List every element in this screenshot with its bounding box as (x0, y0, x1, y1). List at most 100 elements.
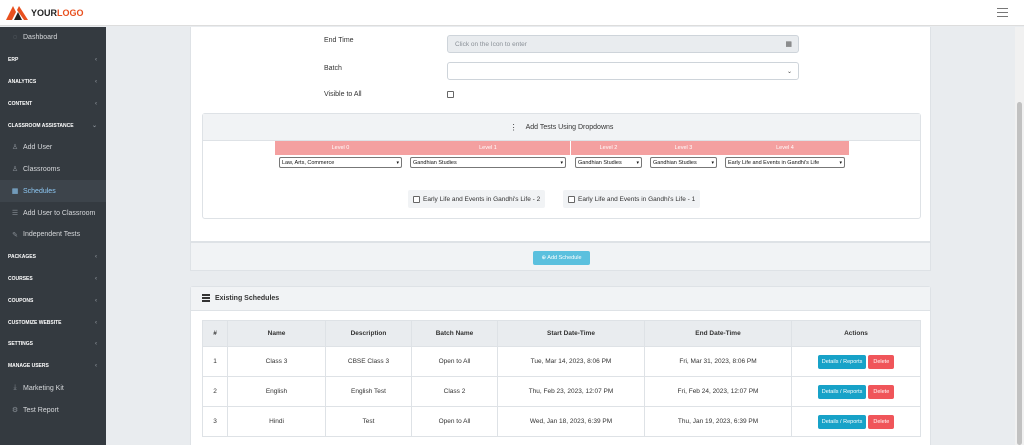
sidebar-item-classrooms[interactable]: ♙ Classrooms (0, 158, 106, 180)
list-icon: ☰ (11, 210, 19, 218)
test-option-label: Early Life and Events in Gandhi's Life -… (578, 195, 696, 203)
sidebar-item-erp[interactable]: ERP ‹ (0, 49, 106, 71)
top-bar: YOURLOGO (0, 0, 1024, 26)
delete-button[interactable]: Delete (868, 414, 895, 429)
level-0-value: Law, Arts, Commerce (282, 159, 335, 166)
sidebar-item-label: CONTENT (8, 100, 33, 107)
users-icon: ♙ (11, 166, 19, 174)
cell-batch: Open to All (411, 406, 498, 437)
list-icon (202, 294, 210, 303)
user-icon: ♙ (11, 144, 19, 152)
sidebar-item-analytics[interactable]: ANALYTICS ‹ (0, 71, 106, 93)
visible-to-all-label: Visible to All (324, 91, 362, 98)
level-4-select[interactable]: Early Life and Events in Gandhi's Life ▾ (725, 157, 845, 168)
chevron-left-icon: ‹ (95, 319, 97, 326)
table-row: 1 Class 3 CBSE Class 3 Open to All Tue, … (202, 346, 921, 377)
col-header-batch: Batch Name (411, 320, 498, 347)
add-tests-header: ⋮ Add Tests Using Dropdowns (203, 114, 920, 141)
level-0-label: Level 0 (275, 141, 406, 155)
details-reports-button[interactable]: Details / Reports (817, 354, 867, 369)
test-option-chip[interactable]: Early Life and Events in Gandhi's Life -… (408, 190, 546, 208)
hamburger-menu-icon[interactable] (997, 8, 1008, 17)
sidebar-item-coupons[interactable]: COUPONS ‹ (0, 290, 106, 312)
test-option-checkbox[interactable] (413, 195, 420, 203)
sidebar-item-label: Dashboard (23, 34, 58, 42)
col-header-end: End Date-Time (644, 320, 792, 347)
col-header-name: Name (227, 320, 326, 347)
sidebar-item-classroom-assistance[interactable]: CLASSROOM ASSISTANCE ⌄ (0, 115, 106, 137)
chevron-left-icon: ‹ (95, 341, 97, 348)
sidebar-item-label: ERP (8, 56, 19, 63)
level-1-value: Gandhian Studies (413, 159, 457, 166)
sidebar-item-packages[interactable]: PACKAGES ‹ (0, 246, 106, 268)
sidebar-item-courses[interactable]: COURSES ‹ (0, 268, 106, 290)
gear-icon: ⚙ (11, 407, 19, 415)
cell-description: CBSE Class 3 (325, 346, 412, 377)
sidebar: ◌ Dashboard ERP ‹ ANALYTICS ‹ CONTENT ‹ CLASSROO… (0, 27, 106, 445)
level-3-select[interactable]: Gandhian Studies ▾ (650, 157, 717, 168)
add-schedule-button[interactable]: ⊕ Add Schedule (533, 251, 590, 265)
vertical-dots-icon: ⋮ (509, 122, 518, 132)
level-2-value: Gandhian Studies (578, 159, 622, 166)
test-option-checkbox[interactable] (568, 195, 575, 203)
sidebar-item-test-report[interactable]: ⚙ Test Report (0, 399, 106, 421)
end-time-placeholder: Click on the Icon to enter (455, 40, 527, 48)
sidebar-item-independent-tests[interactable]: ✎ Independent Tests (0, 224, 106, 246)
visible-to-all-checkbox[interactable] (447, 91, 454, 98)
end-time-input[interactable]: Click on the Icon to enter ▦ (447, 35, 799, 53)
existing-schedules-header: Existing Schedules (191, 287, 930, 311)
level-1-select[interactable]: Gandhian Studies ▾ (410, 157, 566, 168)
sidebar-item-settings[interactable]: SETTINGS ‹ (0, 333, 106, 355)
logo[interactable]: YOURLOGO (6, 6, 84, 20)
cell-start: Wed, Jan 18, 2023, 6:39 PM (497, 406, 645, 437)
schedules-table: # Name Description Batch Name Start Date… (202, 320, 921, 437)
sidebar-item-marketing-kit[interactable]: ⤓ Marketing Kit (0, 377, 106, 399)
level-0-select[interactable]: Law, Arts, Commerce ▾ (279, 157, 402, 168)
sidebar-item-label: CUSTOMIZE WEBSITE (8, 319, 62, 326)
chevron-down-icon: ▾ (396, 159, 399, 166)
level-2-select[interactable]: Gandhian Studies ▾ (575, 157, 642, 168)
add-schedule-footer: ⊕ Add Schedule (190, 242, 931, 271)
chevron-down-icon: ▾ (636, 159, 639, 166)
sidebar-item-customize-website[interactable]: CUSTOMIZE WEBSITE ‹ (0, 312, 106, 334)
sidebar-item-dashboard[interactable]: ◌ Dashboard (0, 27, 106, 49)
calendar-icon[interactable]: ▦ (785, 40, 792, 48)
sidebar-item-add-user-to-classroom[interactable]: ☰ Add User to Classroom (0, 202, 106, 224)
level-2-label: Level 2 (571, 141, 646, 155)
sidebar-item-label: SETTINGS (8, 341, 34, 348)
table-header-row: # Name Description Batch Name Start Date… (202, 320, 921, 347)
calendar-icon: ▦ (11, 188, 19, 196)
page-scrollbar[interactable] (1015, 27, 1024, 445)
logo-text: YOURLOGO (31, 8, 84, 18)
scrollbar-thumb[interactable] (1017, 102, 1022, 445)
sidebar-item-schedules[interactable]: ▦ Schedules (0, 180, 106, 203)
sidebar-item-label: PACKAGES (8, 253, 36, 260)
sidebar-item-manage-users[interactable]: MANAGE USERS ‹ (0, 355, 106, 377)
sidebar-item-label: COUPONS (8, 297, 34, 304)
sidebar-item-label: Schedules (23, 187, 56, 195)
logo-mark-icon (6, 6, 28, 20)
sidebar-item-label: COURSES (8, 275, 33, 282)
col-header-start: Start Date-Time (497, 320, 645, 347)
sidebar-item-content[interactable]: CONTENT ‹ (0, 93, 106, 115)
sidebar-item-add-user[interactable]: ♙ Add User (0, 136, 106, 158)
col-header-num: # (202, 320, 228, 347)
delete-button[interactable]: Delete (868, 384, 895, 399)
sidebar-item-label: MANAGE USERS (8, 363, 49, 370)
download-icon: ⤓ (13, 384, 17, 392)
batch-select[interactable]: ⌄ (447, 62, 799, 80)
chevron-left-icon: ‹ (95, 275, 97, 282)
delete-button[interactable]: Delete (868, 354, 895, 369)
test-option-chip[interactable]: Early Life and Events in Gandhi's Life -… (563, 190, 701, 208)
cell-end: Thu, Jan 19, 2023, 6:39 PM (644, 406, 792, 437)
schedule-form-panel: End Time Click on the Icon to enter ▦ Ba… (190, 27, 931, 242)
chevron-left-icon: ‹ (95, 253, 97, 260)
level-4-label: Level 4 (721, 141, 849, 155)
details-reports-button[interactable]: Details / Reports (817, 414, 867, 429)
details-reports-button[interactable]: Details / Reports (817, 384, 867, 399)
cell-num: 1 (202, 346, 228, 377)
batch-label: Batch (324, 65, 342, 72)
cell-actions: Details / Reports Delete (791, 406, 921, 437)
chevron-down-icon: ▾ (839, 159, 842, 166)
level-4-value: Early Life and Events in Gandhi's Life (728, 159, 820, 166)
